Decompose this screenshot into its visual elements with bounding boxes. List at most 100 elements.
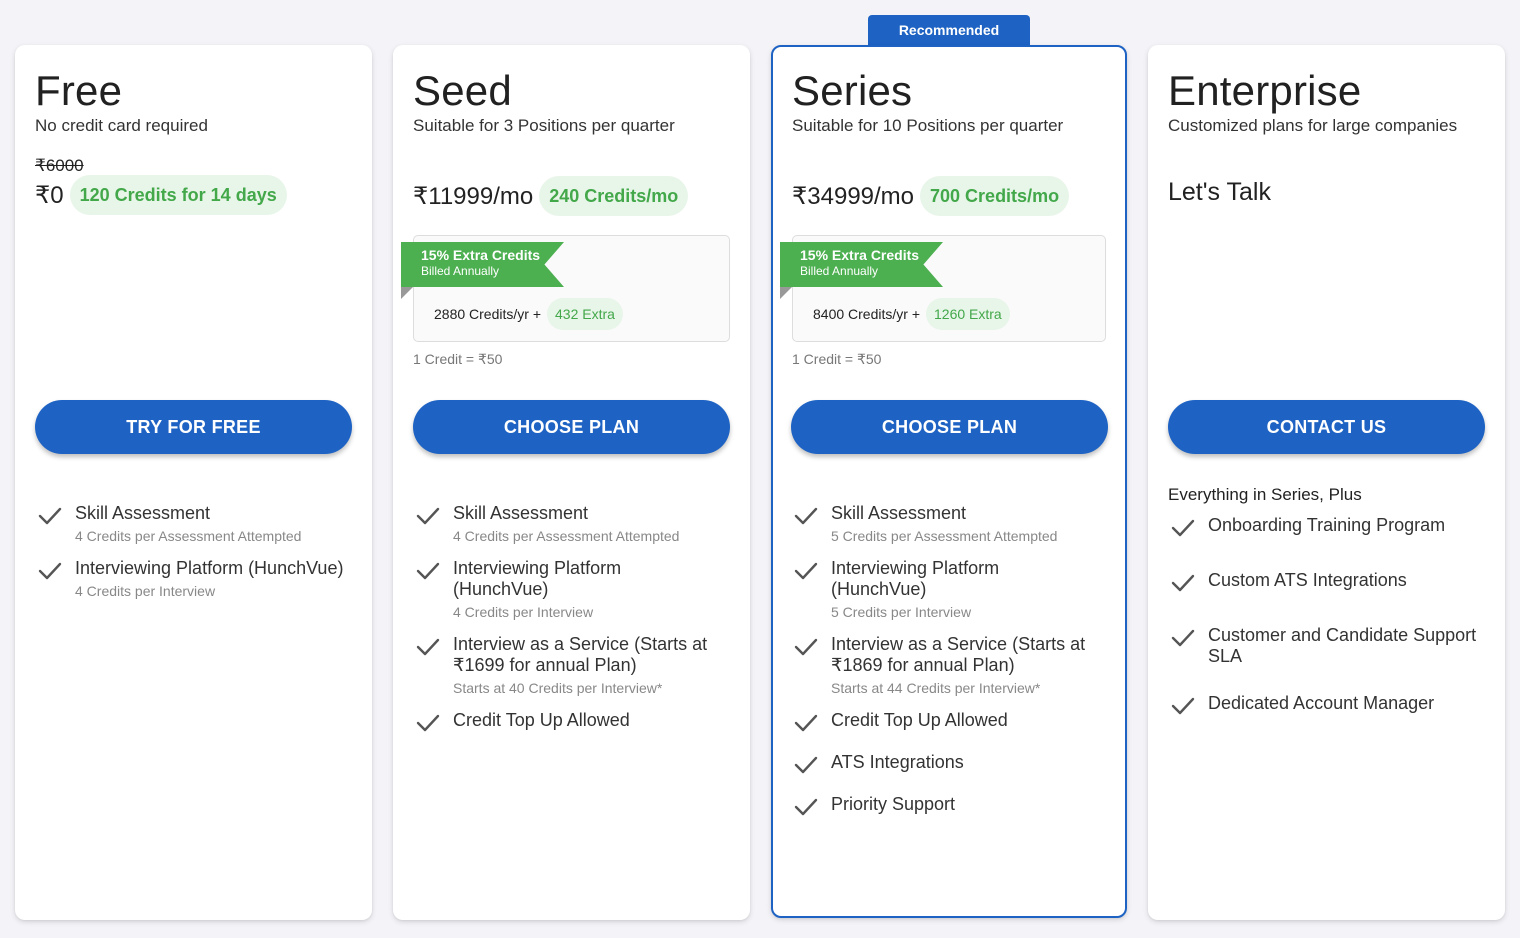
checkmark-icon bbox=[413, 503, 453, 545]
feature-subtitle: 4 Credits per Assessment Attempted bbox=[453, 528, 680, 544]
price-row: ₹11999/mo 240 Credits/mo bbox=[413, 176, 730, 216]
feature-subtitle: 4 Credits per Interview bbox=[453, 604, 594, 620]
contact-us-button[interactable]: CONTACT US bbox=[1168, 400, 1485, 454]
feature-item: Interviewing Platform (HunchVue) 5 Credit… bbox=[791, 558, 1109, 621]
feature-title: Interview as a Service (Starts at ₹1869 … bbox=[831, 634, 1086, 675]
credits-badge: 120 Credits for 14 days bbox=[69, 175, 287, 215]
feature-body: Skill Assessment 5 Credits per Assessment… bbox=[831, 503, 1057, 545]
feature-title: Interviewing Platform (HunchVue) bbox=[831, 558, 1000, 599]
feature-title: Interviewing Platform (HunchVue) bbox=[75, 558, 344, 578]
feature-item: ATS Integrations bbox=[791, 752, 1109, 781]
annual-credits: 2880 Credits/yr + bbox=[434, 306, 541, 322]
feature-subtitle: 5 Credits per Interview bbox=[831, 604, 972, 620]
original-price: ₹6000 bbox=[35, 156, 84, 175]
feature-title: Customer and Candidate Support SLA bbox=[1208, 625, 1477, 666]
plan-price: ₹11999/mo bbox=[413, 182, 534, 210]
feature-title: ATS Integrations bbox=[831, 752, 964, 772]
choose-plan-button-seed[interactable]: CHOOSE PLAN bbox=[413, 400, 730, 454]
feature-title: Skill Assessment bbox=[75, 503, 211, 523]
annual-discount-ribbon: 15% Extra Credits Billed Annually bbox=[401, 242, 564, 287]
checkmark-icon bbox=[35, 503, 75, 545]
feature-item: Interviewing Platform (HunchVue) 4 Credit… bbox=[35, 558, 356, 600]
feature-item: Dedicated Account Manager bbox=[1168, 693, 1489, 722]
checkmark-icon bbox=[1168, 693, 1208, 722]
annual-discount-ribbon: 15% Extra Credits Billed Annually bbox=[780, 242, 943, 287]
choose-plan-button-series[interactable]: CHOOSE PLAN bbox=[791, 400, 1108, 454]
feature-subtitle: Starts at 40 Credits per Interview* bbox=[453, 680, 663, 696]
feature-item: Interview as a Service (Starts at ₹1699 … bbox=[413, 634, 734, 697]
feature-body: Interviewing Platform (HunchVue) 4 Credit… bbox=[75, 558, 343, 600]
feature-body: Interviewing Platform (HunchVue) 5 Credit… bbox=[831, 558, 1086, 621]
checkmark-icon bbox=[35, 558, 75, 600]
feature-body: Customer and Candidate Support SLA bbox=[1208, 625, 1478, 667]
try-for-free-button[interactable]: TRY FOR FREE bbox=[35, 400, 352, 454]
feature-item: Customer and Candidate Support SLA bbox=[1168, 625, 1489, 667]
feature-title: Interview as a Service (Starts at ₹1699 … bbox=[453, 634, 708, 675]
feature-item: Interviewing Platform (HunchVue) 4 Credit… bbox=[413, 558, 734, 621]
feature-list: Skill Assessment 4 Credits per Assessment… bbox=[413, 503, 734, 752]
checkmark-icon bbox=[1168, 625, 1208, 667]
feature-item: Custom ATS Integrations bbox=[1168, 570, 1489, 599]
feature-title: Priority Support bbox=[831, 794, 956, 814]
feature-title: Skill Assessment bbox=[831, 503, 967, 523]
feature-body: Skill Assessment 4 Credits per Assessment… bbox=[453, 503, 679, 545]
feature-item: Skill Assessment 4 Credits per Assessment… bbox=[35, 503, 356, 545]
extra-credits-badge: 432 Extra bbox=[547, 298, 623, 330]
features-heading: Everything in Series, Plus bbox=[1168, 485, 1362, 504]
feature-list: Skill Assessment 4 Credits per Assessment… bbox=[35, 503, 356, 613]
feature-item: Credit Top Up Allowed bbox=[413, 710, 734, 739]
pricing-plans: Recommended Free No credit card required… bbox=[0, 0, 1520, 938]
feature-item: Onboarding Training Program bbox=[1168, 515, 1489, 544]
feature-body: ATS Integrations bbox=[831, 752, 964, 781]
ribbon-fold bbox=[401, 287, 413, 299]
feature-title: Interviewing Platform (HunchVue) bbox=[453, 558, 622, 599]
plan-name: Seed bbox=[413, 67, 512, 114]
checkmark-icon bbox=[413, 558, 453, 621]
checkmark-icon bbox=[413, 710, 453, 739]
plan-price: ₹34999/mo bbox=[792, 182, 915, 210]
feature-body: Credit Top Up Allowed bbox=[831, 710, 1008, 739]
checkmark-icon bbox=[791, 710, 831, 739]
ribbon-title: 15% Extra Credits bbox=[421, 247, 541, 263]
feature-title: Credit Top Up Allowed bbox=[453, 710, 630, 730]
ribbon-subtitle: Billed Annually bbox=[421, 264, 500, 278]
feature-body: Interviewing Platform (HunchVue) 4 Credit… bbox=[453, 558, 708, 621]
checkmark-icon bbox=[1168, 515, 1208, 544]
checkmark-icon bbox=[791, 752, 831, 781]
feature-item: Credit Top Up Allowed bbox=[791, 710, 1109, 739]
credits-badge: 240 Credits/mo bbox=[539, 176, 689, 216]
feature-body: Interview as a Service (Starts at ₹1869 … bbox=[831, 634, 1086, 697]
feature-subtitle: Starts at 44 Credits per Interview* bbox=[831, 680, 1041, 696]
feature-title: Dedicated Account Manager bbox=[1208, 693, 1435, 713]
plan-card-seed: Seed Suitable for 3 Positions per quarte… bbox=[393, 45, 750, 920]
checkmark-icon bbox=[1168, 570, 1208, 599]
feature-list: Everything in Series, Plus Onboarding Tr… bbox=[1168, 485, 1489, 748]
feature-body: Skill Assessment 4 Credits per Assessment… bbox=[75, 503, 301, 545]
feature-list: Skill Assessment 5 Credits per Assessment… bbox=[791, 503, 1109, 836]
feature-subtitle: 5 Credits per Assessment Attempted bbox=[831, 528, 1058, 544]
feature-body: Priority Support bbox=[831, 794, 955, 823]
feature-body: Custom ATS Integrations bbox=[1208, 570, 1407, 599]
plan-card-free: Free No credit card required ₹6000 ₹0 12… bbox=[15, 45, 372, 920]
ribbon-title: 15% Extra Credits bbox=[800, 247, 920, 263]
annual-credits-row: 8400 Credits/yr + 1260 Extra bbox=[813, 298, 1010, 330]
ribbon-subtitle: Billed Annually bbox=[800, 264, 879, 278]
checkmark-icon bbox=[791, 558, 831, 621]
plan-description: Suitable for 3 Positions per quarter bbox=[413, 116, 675, 135]
annual-credits: 8400 Credits/yr + bbox=[813, 306, 920, 322]
plan-price: ₹0 bbox=[35, 181, 64, 209]
feature-title: Credit Top Up Allowed bbox=[831, 710, 1008, 730]
annual-offer-box: 15% Extra Credits Billed Annually 8400 C… bbox=[780, 235, 1106, 342]
feature-subtitle: 4 Credits per Assessment Attempted bbox=[75, 528, 302, 544]
price-row: ₹34999/mo 700 Credits/mo bbox=[792, 176, 1106, 216]
plan-description: Customized plans for large companies bbox=[1168, 116, 1458, 135]
plan-name: Enterprise bbox=[1168, 67, 1362, 114]
feature-body: Onboarding Training Program bbox=[1208, 515, 1445, 544]
plan-card-enterprise: Enterprise Customized plans for large co… bbox=[1148, 45, 1505, 920]
credit-rate: 1 Credit = ₹50 bbox=[413, 351, 503, 367]
checkmark-icon bbox=[791, 794, 831, 823]
recommended-badge: Recommended bbox=[868, 15, 1030, 46]
feature-body: Dedicated Account Manager bbox=[1208, 693, 1434, 722]
price-row: ₹0 120 Credits for 14 days bbox=[35, 175, 352, 215]
plan-name: Series bbox=[792, 67, 913, 114]
